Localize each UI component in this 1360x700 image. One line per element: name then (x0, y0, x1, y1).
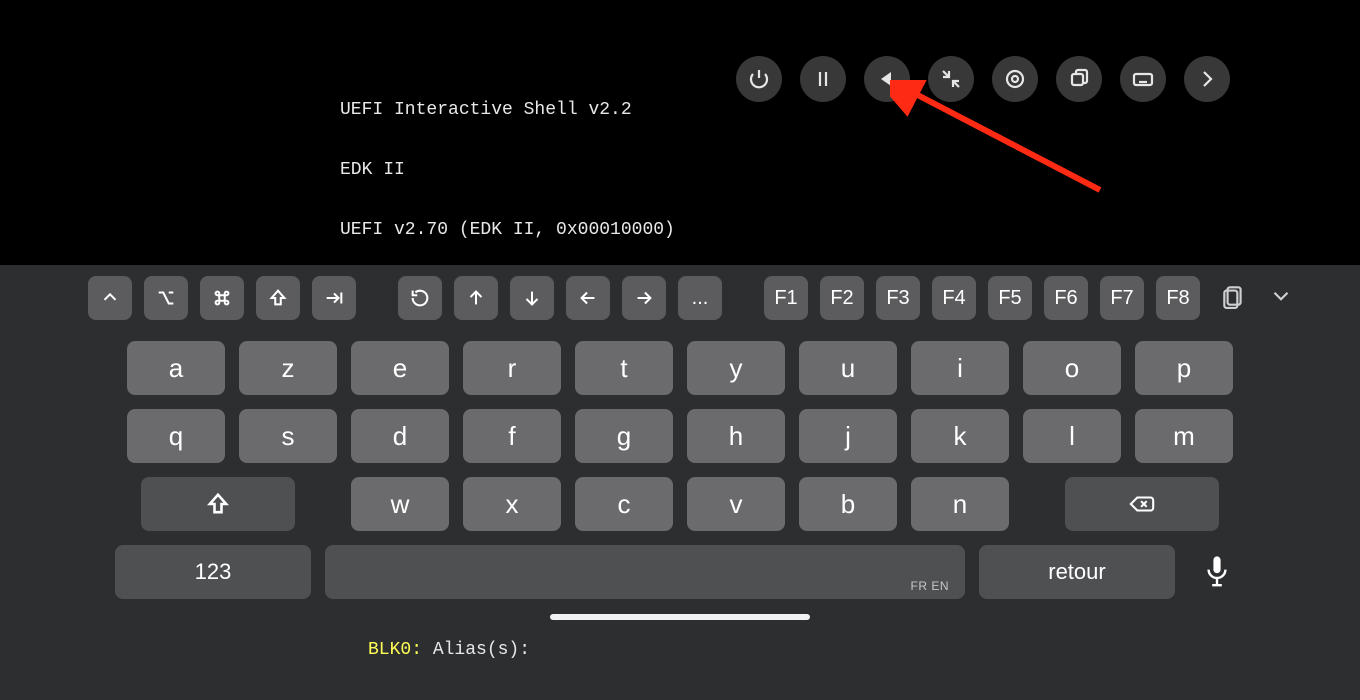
power-button[interactable] (736, 56, 782, 102)
command-key[interactable] (200, 276, 244, 320)
shift-key[interactable] (141, 477, 295, 531)
clipboard-icon[interactable] (1220, 283, 1246, 314)
key-d[interactable]: d (351, 409, 449, 463)
kb-row-2: q s d f g h j k l m (120, 409, 1240, 463)
term-line: BLK0: Alias(s): (340, 640, 1172, 660)
forward-button[interactable] (1184, 56, 1230, 102)
vm-toolbar (736, 56, 1230, 102)
key-f[interactable]: f (463, 409, 561, 463)
key-w[interactable]: w (351, 477, 449, 531)
key-o[interactable]: o (1023, 341, 1121, 395)
key-s[interactable]: s (239, 409, 337, 463)
arrow-left-key[interactable] (566, 276, 610, 320)
key-q[interactable]: q (127, 409, 225, 463)
f7-key[interactable]: F7 (1100, 276, 1144, 320)
collapse-button[interactable] (928, 56, 974, 102)
key-r[interactable]: r (463, 341, 561, 395)
key-v[interactable]: v (687, 477, 785, 531)
term-line: UEFI Interactive Shell v2.2 (340, 100, 1172, 120)
key-h[interactable]: h (687, 409, 785, 463)
key-y[interactable]: y (687, 341, 785, 395)
key-j[interactable]: j (799, 409, 897, 463)
more-key[interactable]: ... (678, 276, 722, 320)
key-e[interactable]: e (351, 341, 449, 395)
arrow-up-key[interactable] (454, 276, 498, 320)
key-z[interactable]: z (239, 341, 337, 395)
arrow-down-key[interactable] (510, 276, 554, 320)
f6-key[interactable]: F6 (1044, 276, 1088, 320)
shift-mod-key[interactable] (256, 276, 300, 320)
collapse-keyboard-icon[interactable] (1268, 283, 1294, 314)
term-line: UEFI v2.70 (EDK II, 0x00010000) (340, 220, 1172, 240)
f5-key[interactable]: F5 (988, 276, 1032, 320)
kb-row-1: a z e r t y u i o p (120, 341, 1240, 395)
key-k[interactable]: k (911, 409, 1009, 463)
ctrl-key[interactable] (88, 276, 132, 320)
term-line: EDK II (340, 160, 1172, 180)
f2-key[interactable]: F2 (820, 276, 864, 320)
f8-key[interactable]: F8 (1156, 276, 1200, 320)
key-i[interactable]: i (911, 341, 1009, 395)
option-key[interactable] (144, 276, 188, 320)
key-b[interactable]: b (799, 477, 897, 531)
key-p[interactable]: p (1135, 341, 1233, 395)
backspace-key[interactable] (1065, 477, 1219, 531)
arrow-right-key[interactable] (622, 276, 666, 320)
space-lang-hint: FR EN (911, 579, 950, 593)
return-key[interactable]: retour (979, 545, 1175, 599)
dictation-key[interactable] (1189, 545, 1245, 599)
tab-key[interactable] (312, 276, 356, 320)
key-x[interactable]: x (463, 477, 561, 531)
back-button[interactable] (864, 56, 910, 102)
kb-row-3: w x c v b n (120, 477, 1240, 531)
f4-key[interactable]: F4 (932, 276, 976, 320)
key-l[interactable]: l (1023, 409, 1121, 463)
key-t[interactable]: t (575, 341, 673, 395)
key-n[interactable]: n (911, 477, 1009, 531)
key-a[interactable]: a (127, 341, 225, 395)
symbols-key[interactable]: 123 (115, 545, 311, 599)
home-indicator (550, 614, 810, 620)
key-m[interactable]: m (1135, 409, 1233, 463)
key-u[interactable]: u (799, 341, 897, 395)
disc-button[interactable] (992, 56, 1038, 102)
reload-key[interactable] (398, 276, 442, 320)
windows-button[interactable] (1056, 56, 1102, 102)
key-c[interactable]: c (575, 477, 673, 531)
keyboard-button[interactable] (1120, 56, 1166, 102)
fn-key-strip: ... F1 F2 F3 F4 F5 F6 F7 F8 (0, 265, 1360, 331)
key-g[interactable]: g (575, 409, 673, 463)
terminal-area: UEFI Interactive Shell v2.2 EDK II UEFI … (0, 0, 1360, 265)
pause-button[interactable] (800, 56, 846, 102)
f3-key[interactable]: F3 (876, 276, 920, 320)
spacebar-key[interactable]: FR EN (325, 545, 965, 599)
f1-key[interactable]: F1 (764, 276, 808, 320)
soft-keyboard: a z e r t y u i o p q s d f g h j k l m … (0, 331, 1360, 613)
kb-row-4: 123 FR EN retour (120, 545, 1240, 599)
